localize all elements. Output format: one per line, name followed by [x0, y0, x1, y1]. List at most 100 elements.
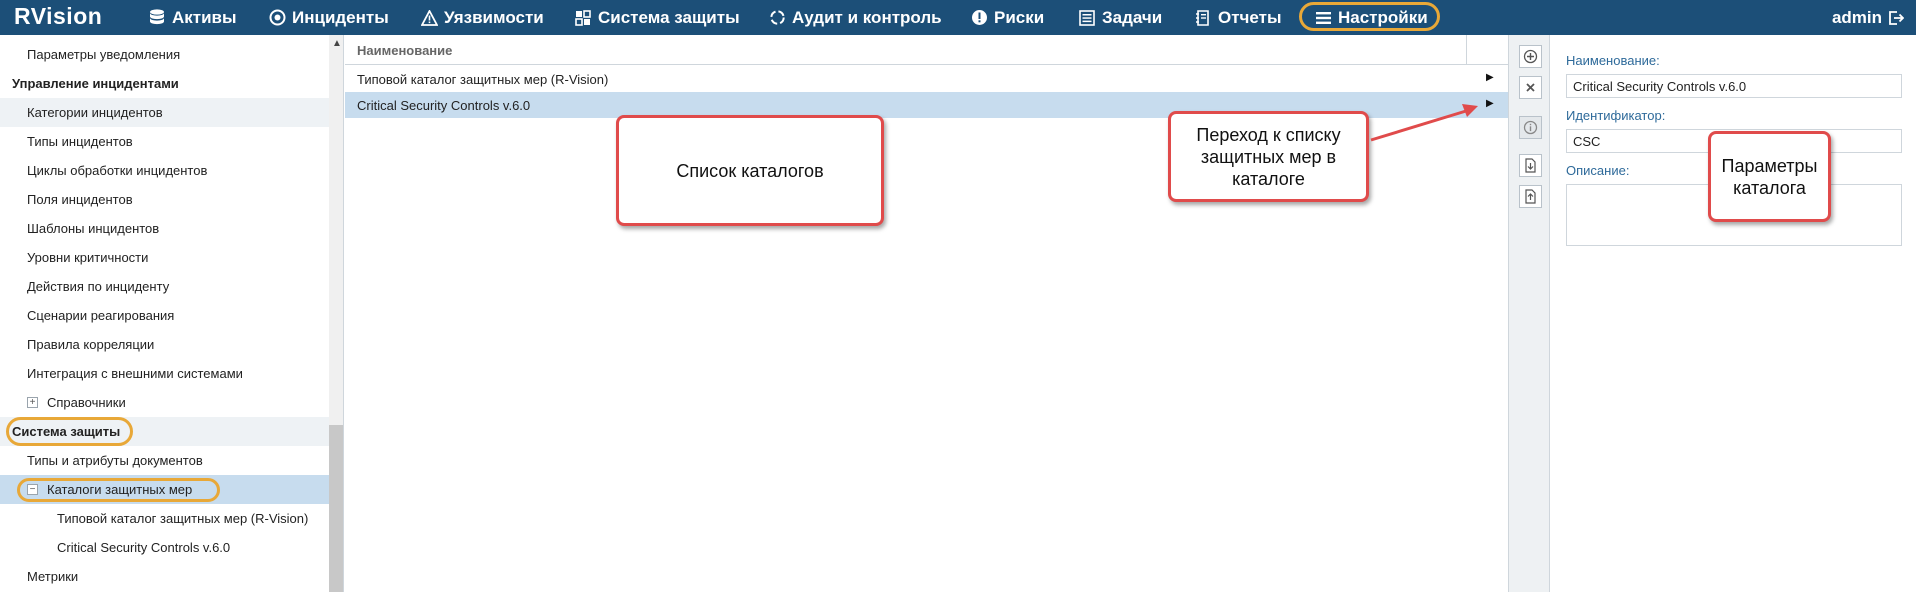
delete-button[interactable] [1519, 76, 1542, 99]
target-icon [268, 9, 286, 27]
sidebar-item-metrics[interactable]: Метрики [0, 562, 329, 591]
grid-icon [574, 9, 592, 27]
settings-highlight-ring [1299, 2, 1440, 31]
user-menu[interactable]: admin [1832, 0, 1904, 35]
app-logo[interactable]: RVision [14, 3, 102, 30]
sidebar-item-label: Действия по инциденту [27, 279, 170, 294]
action-toolbar [1508, 35, 1550, 592]
user-name: admin [1831, 7, 1882, 27]
sidebar-item-incident-templates[interactable]: Шаблоны инцидентов [0, 214, 329, 243]
sidebar-item-label: Управление инцидентами [12, 76, 179, 91]
nav-item-vulnerabilities[interactable]: Уязвимости [420, 0, 544, 35]
sidebar-item-notification-params[interactable]: Параметры уведомления [0, 40, 329, 69]
info-icon [1523, 120, 1538, 135]
sidebar-item-incident-types[interactable]: Типы инцидентов [0, 127, 329, 156]
nav-item-label: Система защиты [598, 7, 740, 27]
row-name: Critical Security Controls v.6.0 [357, 98, 531, 113]
sidebar-item-catalog-rvision[interactable]: Типовой каталог защитных мер (R-Vision) [0, 504, 329, 533]
callout-catalog-params: Параметры каталога [1708, 131, 1831, 222]
open-catalog-arrow-icon[interactable]: ▶ [1486, 98, 1494, 109]
sidebar-item-label: Шаблоны инцидентов [27, 221, 160, 236]
reports-icon [1194, 9, 1212, 27]
sidebar-item-label: Типовой каталог защитных мер (R-Vision) [57, 511, 309, 526]
open-catalog-arrow-icon[interactable]: ▶ [1486, 72, 1494, 83]
name-field[interactable] [1566, 74, 1902, 98]
cycle-icon [768, 9, 786, 27]
catalog-properties-panel: Наименование: Идентификатор: Описание: [1551, 35, 1916, 592]
exclamation-icon [970, 9, 988, 27]
export-icon [1525, 189, 1536, 204]
nav-item-tasks[interactable]: Задачи [1078, 0, 1162, 35]
description-label: Описание: [1566, 163, 1630, 178]
nav-item-protection-system[interactable]: Система защиты [574, 0, 740, 35]
sidebar-item-label: Категории инцидентов [27, 105, 163, 120]
scrollbar-thumb[interactable] [329, 425, 343, 592]
name-label: Наименование: [1566, 53, 1660, 68]
column-header-name[interactable]: Наименование [357, 43, 452, 58]
sidebar-item-incident-fields[interactable]: Поля инцидентов [0, 185, 329, 214]
nav-item-label: Инциденты [292, 7, 389, 27]
sidebar-item-external-integration[interactable]: Интеграция с внешними системами [0, 359, 329, 388]
table-row[interactable]: Типовой каталог защитных мер (R-Vision) … [345, 66, 1508, 92]
nav-item-label: Задачи [1102, 7, 1163, 27]
callout-text: Параметры каталога [1721, 155, 1818, 198]
sidebar-item-label: Типы и атрибуты документов [27, 453, 203, 468]
nav-item-incidents[interactable]: Инциденты [268, 0, 389, 35]
list-header: Наименование [345, 35, 1508, 65]
add-button[interactable] [1519, 45, 1542, 68]
database-icon [148, 9, 166, 27]
sidebar-item-label: Типы инцидентов [27, 134, 133, 149]
nav-item-label: Уязвимости [444, 7, 544, 27]
sidebar-item-label: Параметры уведомления [27, 47, 181, 62]
sidebar-item-label: Сценарии реагирования [27, 308, 175, 323]
settings-sidebar: Параметры уведомления Управление инциден… [0, 35, 344, 592]
sidebar-item-incident-categories[interactable]: Категории инцидентов [0, 98, 329, 127]
sidebar-item-severity-levels[interactable]: Уровни критичности [0, 243, 329, 272]
sidebar-scrollbar[interactable]: ▲ [329, 35, 343, 592]
sidebar-item-label: Правила корреляции [27, 337, 155, 352]
sidebar-item-document-types[interactable]: Типы и атрибуты документов [0, 446, 329, 475]
nav-item-label: Активы [172, 7, 237, 27]
nav-item-label: Отчеты [1218, 7, 1282, 27]
nav-item-reports[interactable]: Отчеты [1194, 0, 1282, 35]
sidebar-item-label: Интеграция с внешними системами [27, 366, 243, 381]
expand-icon[interactable]: + [27, 397, 38, 408]
top-navigation-bar: RVision Активы Инциденты Уязвимости Сист… [0, 0, 1916, 35]
identifier-label: Идентификатор: [1566, 108, 1666, 123]
logout-icon[interactable] [1888, 10, 1904, 26]
nav-item-label: Аудит и контроль [792, 7, 942, 27]
row-name: Типовой каталог защитных мер (R-Vision) [357, 72, 609, 87]
sidebar-item-label: Циклы обработки инцидентов [27, 163, 208, 178]
nav-item-risks[interactable]: Риски [970, 0, 1044, 35]
add-icon [1523, 49, 1538, 64]
sidebar-item-label: Поля инцидентов [27, 192, 133, 207]
sidebar-item-response-scenarios[interactable]: Сценарии реагирования [0, 301, 329, 330]
sidebar-item-incident-actions[interactable]: Действия по инциденту [0, 272, 329, 301]
import-icon [1525, 158, 1536, 173]
nav-item-audit[interactable]: Аудит и контроль [768, 0, 942, 35]
sidebar-section-incident-management[interactable]: Управление инцидентами [0, 69, 329, 98]
sidebar-item-label: Уровни критичности [27, 250, 149, 265]
protection-system-highlight-ring [6, 417, 133, 446]
export-button[interactable] [1519, 185, 1542, 208]
sidebar-item-label: Метрики [27, 569, 79, 584]
tasks-icon [1078, 9, 1096, 27]
warning-icon [420, 9, 438, 27]
nav-item-assets[interactable]: Активы [148, 0, 237, 35]
info-button[interactable] [1519, 116, 1542, 139]
sidebar-item-incident-cycles[interactable]: Циклы обработки инцидентов [0, 156, 329, 185]
close-icon [1526, 83, 1535, 92]
callout-text: Список каталогов [676, 160, 824, 181]
sidebar-item-catalog-csc[interactable]: Critical Security Controls v.6.0 [0, 533, 329, 562]
sidebar-item-label: Critical Security Controls v.6.0 [57, 540, 231, 555]
sidebar-item-reference-books[interactable]: + Справочники [0, 388, 329, 417]
sidebar-item-correlation-rules[interactable]: Правила корреляции [0, 330, 329, 359]
callout-text: Переход к списку защитных мер в каталоге [1196, 124, 1341, 189]
catalogs-highlight-ring [17, 478, 220, 502]
scroll-up-icon[interactable]: ▲ [332, 38, 342, 49]
column-separator [1466, 35, 1467, 65]
callout-goto-list: Переход к списку защитных мер в каталоге [1168, 111, 1369, 202]
callout-catalog-list: Список каталогов [616, 115, 884, 226]
import-button[interactable] [1519, 154, 1542, 177]
nav-item-label: Риски [994, 7, 1045, 27]
